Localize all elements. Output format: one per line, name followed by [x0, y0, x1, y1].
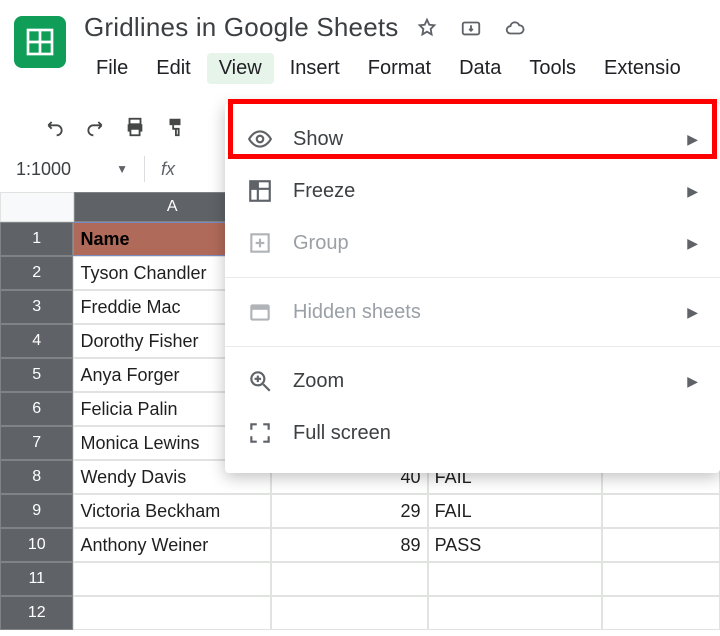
cell[interactable] — [602, 528, 720, 562]
sheets-logo-icon — [24, 26, 56, 58]
fx-label: fx — [161, 159, 175, 180]
menu-zoom-label: Zoom — [293, 370, 667, 393]
cell[interactable] — [73, 596, 270, 630]
submenu-arrow-icon: ▶ — [687, 183, 698, 200]
cell[interactable] — [602, 494, 720, 528]
cell[interactable] — [428, 596, 603, 630]
menubar: File Edit View Insert Format Data Tools … — [84, 53, 704, 84]
menu-insert[interactable]: Insert — [278, 53, 352, 84]
row-header[interactable]: 10 — [0, 528, 73, 562]
print-button[interactable] — [122, 114, 148, 140]
cell[interactable]: 29 — [271, 494, 428, 528]
menu-file[interactable]: File — [84, 53, 140, 84]
menu-freeze-label: Freeze — [293, 180, 667, 203]
star-icon[interactable] — [416, 17, 438, 39]
menu-group: Group ▶ — [225, 217, 720, 269]
freeze-icon — [247, 178, 273, 204]
row-header[interactable]: 7 — [0, 426, 73, 460]
eye-icon — [247, 126, 273, 152]
group-icon — [247, 230, 273, 256]
menu-edit[interactable]: Edit — [144, 53, 202, 84]
row-header[interactable]: 3 — [0, 290, 73, 324]
menu-freeze[interactable]: Freeze ▶ — [225, 165, 720, 217]
row-header[interactable]: 4 — [0, 324, 73, 358]
submenu-arrow-icon: ▶ — [687, 235, 698, 252]
cell[interactable]: FAIL — [428, 494, 603, 528]
cell[interactable] — [602, 596, 720, 630]
row-header[interactable]: 12 — [0, 596, 73, 630]
submenu-arrow-icon: ▶ — [687, 304, 698, 321]
name-box[interactable]: 1:1000 ▼ — [16, 159, 136, 180]
hidden-sheets-icon — [247, 299, 273, 325]
row-header[interactable]: 5 — [0, 358, 73, 392]
submenu-arrow-icon: ▶ — [687, 373, 698, 390]
menu-separator — [225, 277, 720, 278]
row-header[interactable]: 11 — [0, 562, 73, 596]
row-header[interactable]: 1 — [0, 222, 73, 256]
name-box-caret-icon: ▼ — [116, 162, 128, 176]
row-header[interactable]: 2 — [0, 256, 73, 290]
cell[interactable] — [428, 562, 603, 596]
cell[interactable] — [602, 562, 720, 596]
menu-show[interactable]: Show ▶ — [225, 113, 720, 165]
menu-full-screen[interactable]: Full screen — [225, 407, 720, 459]
menu-group-label: Group — [293, 232, 667, 255]
fullscreen-icon — [247, 420, 273, 446]
redo-button[interactable] — [82, 114, 108, 140]
undo-button[interactable] — [42, 114, 68, 140]
menu-view[interactable]: View — [207, 53, 274, 84]
cell[interactable] — [271, 596, 428, 630]
table-row: 11 — [0, 562, 720, 596]
cell[interactable] — [73, 562, 270, 596]
menu-tools[interactable]: Tools — [517, 53, 588, 84]
zoom-icon — [247, 368, 273, 394]
table-row: 10 Anthony Weiner 89 PASS — [0, 528, 720, 562]
paint-format-button[interactable] — [162, 114, 188, 140]
table-row: 12 — [0, 596, 720, 630]
menu-format[interactable]: Format — [356, 53, 443, 84]
move-icon[interactable] — [460, 17, 482, 39]
cell[interactable]: PASS — [428, 528, 603, 562]
app-header: Gridlines in Google Sheets File Edit Vie… — [0, 0, 720, 86]
cell[interactable] — [271, 562, 428, 596]
document-title[interactable]: Gridlines in Google Sheets — [84, 12, 398, 43]
title-area: Gridlines in Google Sheets File Edit Vie… — [84, 12, 704, 84]
cell[interactable]: Victoria Beckham — [73, 494, 270, 528]
name-box-value: 1:1000 — [16, 159, 71, 180]
row-header[interactable]: 9 — [0, 494, 73, 528]
menu-zoom[interactable]: Zoom ▶ — [225, 355, 720, 407]
menu-hidden-sheets-label: Hidden sheets — [293, 301, 667, 324]
cell[interactable]: Anthony Weiner — [73, 528, 270, 562]
cell[interactable]: 89 — [271, 528, 428, 562]
row-header[interactable]: 8 — [0, 460, 73, 494]
menu-extensions[interactable]: Extensio — [592, 53, 693, 84]
table-row: 9 Victoria Beckham 29 FAIL — [0, 494, 720, 528]
menu-separator — [225, 346, 720, 347]
menu-hidden-sheets: Hidden sheets ▶ — [225, 286, 720, 338]
select-all-corner[interactable] — [0, 192, 74, 222]
submenu-arrow-icon: ▶ — [687, 131, 698, 148]
menu-show-label: Show — [293, 128, 667, 151]
divider — [144, 156, 145, 182]
view-dropdown: Show ▶ Freeze ▶ Group ▶ Hidden sheets ▶ … — [225, 103, 720, 473]
sheets-logo — [14, 16, 66, 68]
menu-data[interactable]: Data — [447, 53, 513, 84]
menu-full-screen-label: Full screen — [293, 422, 698, 445]
cloud-status-icon[interactable] — [504, 17, 526, 39]
row-header[interactable]: 6 — [0, 392, 73, 426]
